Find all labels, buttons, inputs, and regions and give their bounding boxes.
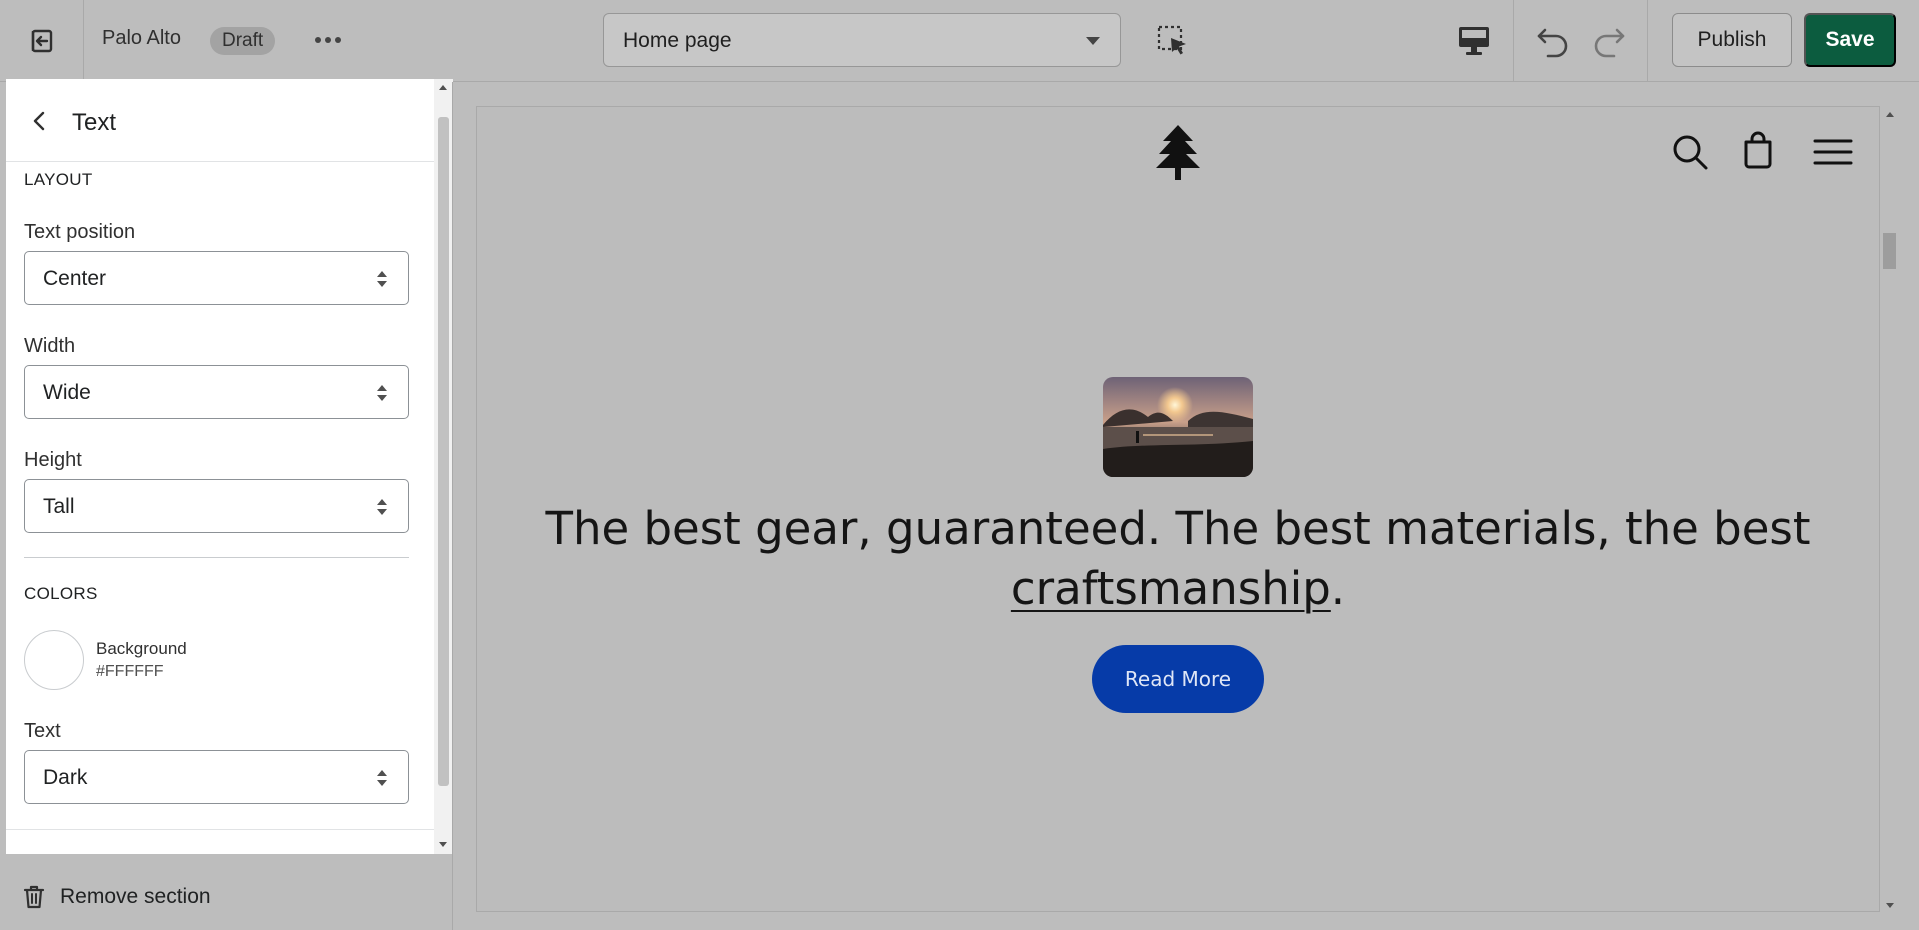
editor-topbar: Palo Alto Draft Home page Publish Save <box>0 0 1919 82</box>
save-button[interactable]: Save <box>1804 13 1896 67</box>
headline-period: . <box>1330 562 1346 615</box>
panel-header: Text <box>6 79 434 162</box>
undo-icon[interactable] <box>1534 22 1572 60</box>
select-arrows-icon <box>377 271 387 287</box>
text-position-select[interactable]: Center <box>24 251 409 305</box>
select-arrows-icon <box>377 770 387 786</box>
beach-sunset-illustration <box>1103 377 1253 477</box>
preview-scrollbar[interactable] <box>1882 106 1899 912</box>
preview-scroll-thumb[interactable] <box>1883 233 1896 269</box>
text-position-label: Text position <box>24 221 136 243</box>
text-color-select[interactable]: Dark <box>24 750 409 804</box>
desktop-view-icon[interactable] <box>1456 24 1492 58</box>
height-label: Height <box>24 449 82 471</box>
more-dot-icon <box>315 37 321 43</box>
hamburger-menu-icon[interactable] <box>1813 137 1853 167</box>
width-value: Wide <box>43 381 91 404</box>
shopping-bag-icon[interactable] <box>1742 131 1774 169</box>
search-icon[interactable] <box>1671 133 1709 171</box>
height-value: Tall <box>43 495 75 518</box>
section-divider <box>24 557 409 558</box>
panel-scrollbar[interactable] <box>434 79 453 854</box>
scroll-up-arrow-icon[interactable] <box>1886 112 1894 117</box>
topbar-divider <box>1647 0 1648 82</box>
read-more-button[interactable]: Read More <box>1092 645 1264 713</box>
background-color-hex: #FFFFFF <box>96 663 164 680</box>
width-select[interactable]: Wide <box>24 365 409 419</box>
panel-scroll-thumb[interactable] <box>438 117 449 786</box>
caret-down-icon <box>1086 37 1100 45</box>
background-color-label: Background <box>96 639 187 658</box>
remove-section-label: Remove section <box>60 885 211 908</box>
status-badge: Draft <box>210 27 276 55</box>
remove-section-button[interactable]: Remove section <box>0 870 452 930</box>
select-arrows-icon <box>377 385 387 401</box>
page-selector[interactable]: Home page <box>603 13 1121 67</box>
beach-sunset-image <box>1103 377 1253 477</box>
tree-logo-icon[interactable] <box>1153 123 1203 181</box>
layout-heading: LAYOUT <box>24 170 93 189</box>
topbar-divider <box>1513 0 1514 82</box>
redo-icon[interactable] <box>1590 22 1628 60</box>
scroll-down-arrow-icon[interactable] <box>439 842 447 847</box>
more-dot-icon <box>335 37 341 43</box>
hero-headline: The best gear, guaranteed. The best mate… <box>517 499 1839 619</box>
background-color-swatch[interactable] <box>24 630 84 690</box>
text-color-value: Dark <box>43 766 88 789</box>
craftsmanship-link[interactable]: craftsmanship <box>1011 562 1331 615</box>
inspector-cursor-icon[interactable] <box>1156 24 1190 58</box>
scroll-up-arrow-icon[interactable] <box>439 85 447 90</box>
colors-heading: COLORS <box>24 584 98 603</box>
headline-text: The best gear, guaranteed. The best mate… <box>545 502 1811 555</box>
chevron-left-icon[interactable] <box>28 109 52 133</box>
scroll-down-arrow-icon[interactable] <box>1886 903 1894 908</box>
select-arrows-icon <box>377 499 387 515</box>
text-color-label: Text <box>24 720 61 742</box>
publish-button[interactable]: Publish <box>1672 13 1792 67</box>
page-selector-value: Home page <box>623 29 732 52</box>
text-position-value: Center <box>43 267 107 290</box>
width-label: Width <box>24 335 76 357</box>
more-dot-icon <box>325 37 331 43</box>
panel-title: Text <box>72 109 117 136</box>
trash-icon <box>23 885 45 909</box>
section-settings-panel: Text LAYOUT Text position Center Width W… <box>6 79 453 854</box>
sidebar-divider <box>452 82 453 930</box>
exit-button[interactable] <box>0 0 84 82</box>
height-select[interactable]: Tall <box>24 479 409 533</box>
panel-divider <box>6 829 434 830</box>
store-name: Palo Alto <box>102 27 181 49</box>
more-actions-button[interactable] <box>313 22 343 58</box>
store-preview: The best gear, guaranteed. The best mate… <box>476 106 1880 912</box>
exit-icon <box>31 29 52 53</box>
